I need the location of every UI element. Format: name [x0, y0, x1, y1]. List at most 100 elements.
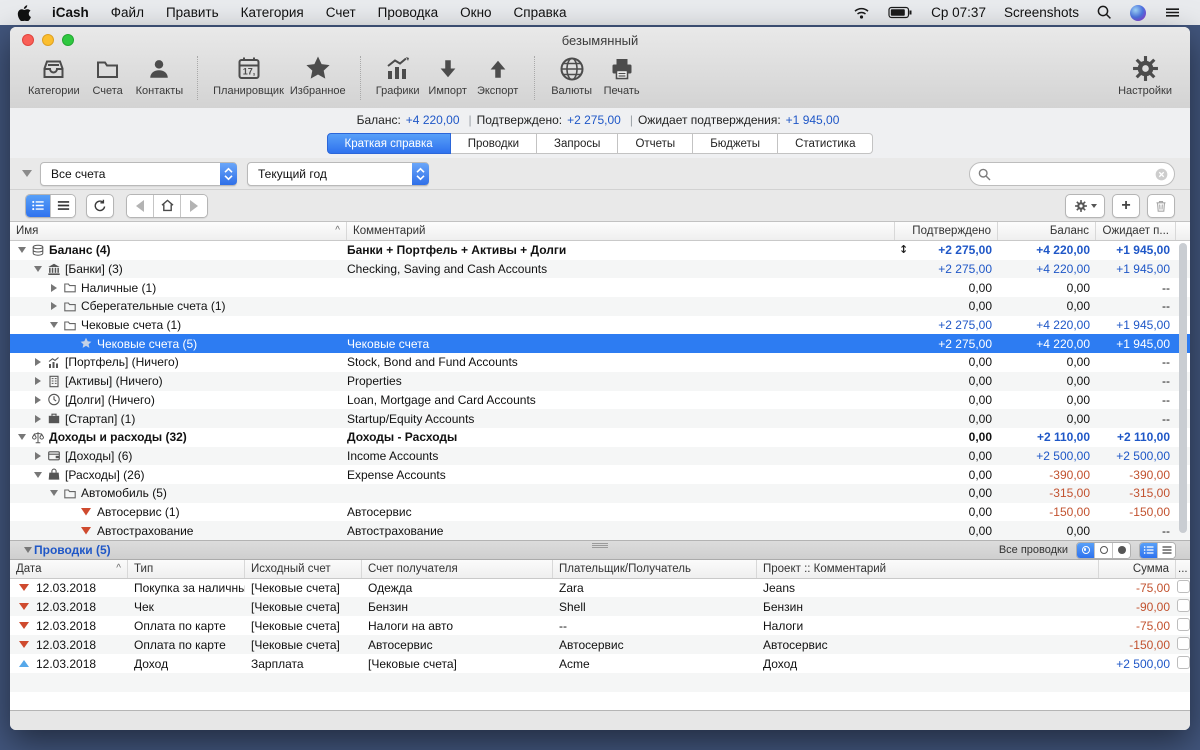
period-filter-dropdown[interactable]: Текущий год — [247, 162, 429, 186]
toolbar-button-printer[interactable]: Печать — [600, 54, 644, 97]
account-row[interactable]: Наличные (1)0,000,00-- — [10, 278, 1190, 297]
tree-view-button[interactable] — [26, 195, 50, 217]
disclosure-closed-icon[interactable] — [32, 396, 44, 404]
disclosure-open-icon[interactable] — [32, 266, 44, 272]
tab-бюджеты[interactable]: Бюджеты — [693, 133, 778, 154]
collapse-filters-icon[interactable] — [22, 170, 32, 177]
disclosure-closed-icon[interactable] — [32, 452, 44, 460]
siri-icon[interactable] — [1121, 5, 1155, 21]
account-row[interactable]: Автосервис (1)Автосервис0,00-150,00-150,… — [10, 503, 1190, 522]
back-button[interactable] — [127, 195, 153, 217]
confirm-checkbox[interactable] — [1177, 656, 1190, 669]
apple-menu-icon[interactable] — [0, 4, 41, 21]
tab-краткая-справка[interactable]: Краткая справка — [327, 133, 451, 154]
splitter-handle[interactable] — [592, 543, 608, 549]
filter-confirmed-button[interactable] — [1112, 543, 1130, 558]
column-header-balance[interactable]: Баланс — [998, 222, 1096, 240]
account-row[interactable]: Чековые счета (1)+2 275,00+4 220,00+1 94… — [10, 316, 1190, 335]
delete-button[interactable] — [1147, 194, 1175, 218]
account-row[interactable]: [Стартап] (1)Startup/Equity Accounts0,00… — [10, 409, 1190, 428]
refresh-button[interactable] — [86, 194, 114, 218]
disclosure-open-icon[interactable] — [48, 322, 60, 328]
account-row[interactable]: [Портфель] (Ничего)Stock, Bond and Fund … — [10, 353, 1190, 372]
column-header-target[interactable]: Счет получателя — [362, 560, 553, 578]
account-row[interactable]: АвтострахованиеАвтострахование0,000,00-- — [10, 521, 1190, 540]
add-transaction-button[interactable]: + — [1112, 194, 1140, 218]
vertical-scrollbar[interactable] — [1179, 243, 1187, 533]
tx-detail-view-button[interactable] — [1140, 543, 1157, 558]
account-row[interactable]: [Банки] (3)Checking, Saving and Cash Acc… — [10, 260, 1190, 279]
tab-отчеты[interactable]: Отчеты — [618, 133, 693, 154]
tab-статистика[interactable]: Статистика — [778, 133, 873, 154]
disclosure-open-icon[interactable] — [16, 434, 28, 440]
account-row[interactable]: Доходы и расходы (32)Доходы - Расходы0,0… — [10, 428, 1190, 447]
transaction-row[interactable]: 12.03.2018ДоходЗарплата[Чековые счета]Ac… — [10, 654, 1190, 673]
toolbar-button-calendar[interactable]: 17,Планировщик — [213, 54, 284, 97]
notification-center-icon[interactable] — [1155, 6, 1190, 19]
disclosure-closed-icon[interactable] — [32, 377, 44, 385]
home-button[interactable] — [153, 195, 180, 217]
toolbar-button-arrow-up[interactable]: Экспорт — [476, 54, 520, 97]
account-row[interactable]: Автомобиль (5)0,00-315,00-315,00 — [10, 484, 1190, 503]
tab-запросы[interactable]: Запросы — [537, 133, 618, 154]
column-header-confirmed[interactable]: Подтверждено — [895, 222, 998, 240]
menu-item-2[interactable]: Править — [155, 5, 230, 20]
column-header-type[interactable]: Тип — [128, 560, 245, 578]
column-header-payee[interactable]: Плательщик/Получатель — [553, 560, 757, 578]
account-row[interactable]: Чековые счета (5)Чековые счета+2 275,00+… — [10, 334, 1190, 353]
menu-item-app[interactable]: iCash — [41, 5, 100, 20]
column-header-source[interactable]: Исходный счет — [245, 560, 362, 578]
transaction-row[interactable]: 12.03.2018Оплата по карте[Чековые счета]… — [10, 635, 1190, 654]
toolbar-button-chart[interactable]: Графики — [376, 54, 420, 97]
disclosure-open-icon[interactable] — [16, 247, 28, 253]
disclosure-open-icon[interactable] — [48, 490, 60, 496]
wifi-icon[interactable] — [844, 6, 879, 19]
transaction-row[interactable]: 12.03.2018Чек[Чековые счета]БензинShellБ… — [10, 597, 1190, 616]
column-header-comment[interactable]: Комментарий — [347, 222, 895, 240]
toolbar-button-person[interactable]: Контакты — [136, 54, 184, 97]
actions-dropdown-button[interactable] — [1065, 194, 1105, 218]
column-header-project[interactable]: Проект :: Комментарий — [757, 560, 1099, 578]
section-disclosure-icon[interactable] — [22, 547, 34, 553]
tx-list-view-button[interactable] — [1157, 543, 1175, 558]
disclosure-closed-icon[interactable] — [32, 415, 44, 423]
confirm-checkbox[interactable] — [1177, 637, 1190, 650]
toolbar-button-inbox[interactable]: Категории — [28, 54, 80, 97]
menu-item-5[interactable]: Проводка — [367, 5, 450, 20]
flat-view-button[interactable] — [50, 195, 75, 217]
confirm-checkbox[interactable] — [1177, 580, 1190, 593]
disclosure-open-icon[interactable] — [32, 472, 44, 478]
filter-unconfirmed-button[interactable] — [1094, 543, 1112, 558]
tab-проводки[interactable]: Проводки — [451, 133, 537, 154]
column-header-name[interactable]: Имя^ — [10, 222, 347, 240]
column-header-amount[interactable]: Сумма — [1099, 560, 1176, 578]
menu-item-1[interactable]: Файл — [100, 5, 155, 20]
forward-button[interactable] — [180, 195, 207, 217]
menu-item-7[interactable]: Справка — [503, 5, 578, 20]
search-input[interactable] — [969, 162, 1175, 186]
menu-item-4[interactable]: Счет — [315, 5, 367, 20]
account-row[interactable]: [Доходы] (6)Income Accounts0,00+2 500,00… — [10, 447, 1190, 466]
disclosure-closed-icon[interactable] — [32, 358, 44, 366]
battery-icon[interactable] — [879, 6, 922, 19]
toolbar-button-globe[interactable]: Валюты — [550, 54, 594, 97]
accounts-filter-dropdown[interactable]: Все счета — [40, 162, 237, 186]
menu-app-name[interactable]: Screenshots — [995, 5, 1088, 20]
account-row[interactable]: Сберегательные счета (1)0,000,00-- — [10, 297, 1190, 316]
toolbar-button-folder[interactable]: Счета — [86, 54, 130, 97]
account-row[interactable]: [Активы] (Ничего)Properties0,000,00-- — [10, 372, 1190, 391]
account-row[interactable]: [Долги] (Ничего)Loan, Mortgage and Card … — [10, 391, 1190, 410]
column-header-date[interactable]: Дата^ — [10, 560, 128, 578]
transaction-row[interactable]: 12.03.2018Покупка за наличные[Чековые сч… — [10, 578, 1190, 597]
column-header-more[interactable]: ... — [1176, 560, 1190, 578]
menu-item-6[interactable]: Окно — [449, 5, 502, 20]
account-row[interactable]: Баланс (4)Банки + Портфель + Активы + До… — [10, 241, 1190, 260]
filter-all-button[interactable] — [1077, 543, 1094, 558]
clear-search-icon[interactable] — [1155, 168, 1168, 181]
confirm-checkbox[interactable] — [1177, 618, 1190, 631]
transaction-row[interactable]: 12.03.2018Оплата по карте[Чековые счета]… — [10, 616, 1190, 635]
toolbar-button-settings[interactable]: Настройки — [1118, 54, 1172, 97]
confirm-checkbox[interactable] — [1177, 599, 1190, 612]
toolbar-button-star[interactable]: Избранное — [290, 54, 346, 97]
disclosure-closed-icon[interactable] — [48, 284, 60, 292]
